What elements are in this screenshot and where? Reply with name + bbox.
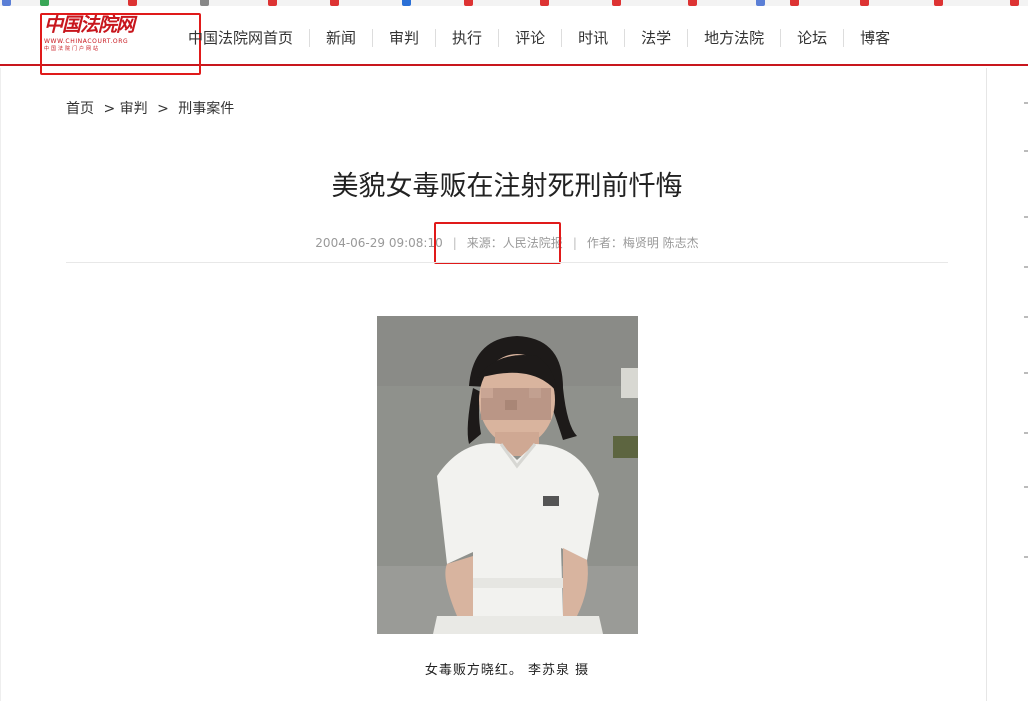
breadcrumb-home[interactable]: 首页 [66, 101, 94, 117]
photo-caption: 女毒贩方晓红。 李苏泉 摄 [424, 663, 590, 678]
nav-local-courts[interactable]: 地方法院 [687, 29, 780, 47]
article-author: 作者：梅贤明 陈志杰 [586, 236, 699, 250]
nav-trial[interactable]: 审判 [372, 29, 435, 47]
source-highlight-box [434, 222, 561, 264]
breadcrumb-separator: > [157, 101, 169, 117]
breadcrumb-separator: > [103, 101, 116, 117]
nav-forum[interactable]: 论坛 [780, 29, 843, 47]
nav-home[interactable]: 中国法院网首页 [172, 29, 309, 47]
article-datetime: 2004-06-29 09:08:10 [315, 236, 443, 250]
breadcrumb-criminal-cases[interactable]: 刑事案件 [178, 101, 234, 117]
nav-current-news[interactable]: 时讯 [561, 29, 624, 47]
sidebar-divider [986, 68, 987, 701]
nav-jurisprudence[interactable]: 法学 [624, 29, 687, 47]
breadcrumb: 首页 > 审判 > 刑事案件 [66, 98, 234, 118]
breadcrumb-trial[interactable]: 审判 [120, 101, 148, 117]
nav-news[interactable]: 新闻 [309, 29, 372, 47]
title-divider [66, 262, 948, 263]
content-frame-line [0, 68, 1, 701]
site-header: 中国法院网 WWW.CHINACOURT.ORG 中国法院门户网站 中国法院网首… [0, 6, 1028, 75]
article-photo [377, 316, 638, 634]
meta-separator: | [572, 236, 577, 250]
photo-illustration [377, 316, 638, 634]
article-title: 美貌女毒贩在注射死刑前忏悔 [331, 171, 683, 202]
nav-enforcement[interactable]: 执行 [435, 29, 498, 47]
nav-blog[interactable]: 博客 [843, 29, 906, 47]
nav-commentary[interactable]: 评论 [498, 29, 561, 47]
main-nav: 中国法院网首页 新闻 审判 执行 评论 时讯 法学 地方法院 论坛 博客 [172, 28, 906, 48]
